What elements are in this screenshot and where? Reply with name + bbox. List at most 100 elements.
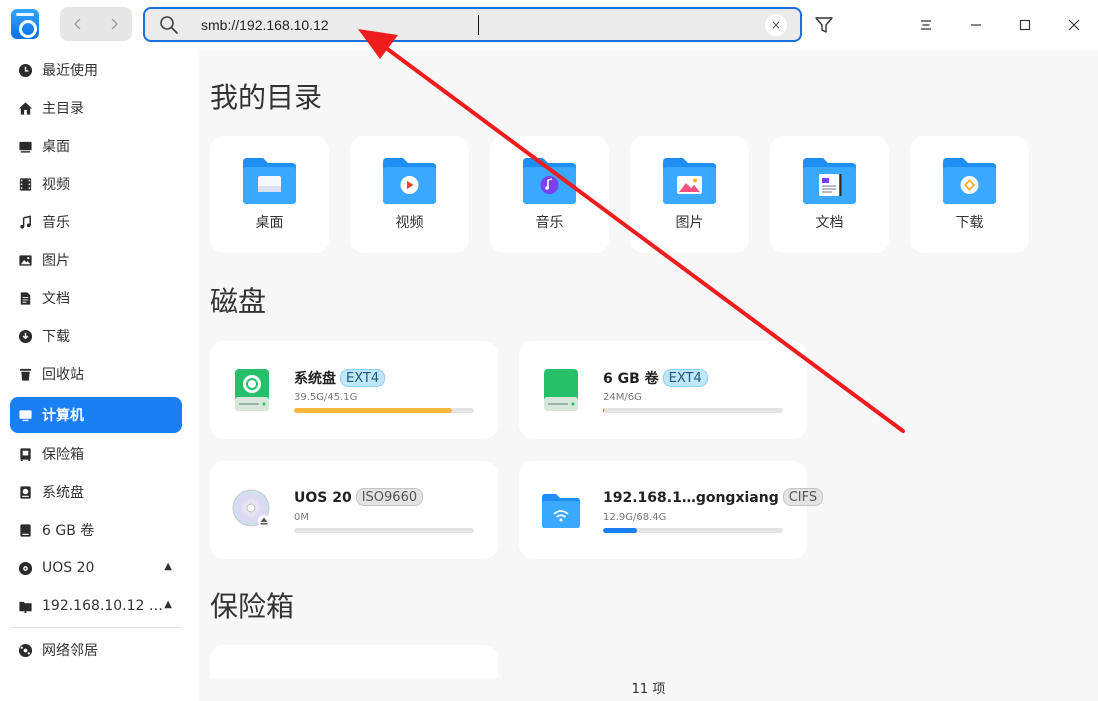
sidebar-item-system-disk[interactable]: 系统盘 xyxy=(10,474,182,510)
sidebar-item-vault[interactable]: 保险箱 xyxy=(10,436,182,472)
music-folder-icon xyxy=(523,158,576,204)
sidebar-item-computer[interactable]: 计算机 xyxy=(10,397,182,433)
main-content: 我的目录 桌面 视频 音乐 图片 文档 下载 磁盘 系统盘 EXT4 39.5G… xyxy=(199,50,1098,701)
filesystem-badge: EXT4 xyxy=(662,369,708,387)
folder-card-video[interactable]: 视频 xyxy=(350,136,469,253)
sidebar-item-music[interactable]: 音乐 xyxy=(10,204,182,240)
disk-name: 系统盘 xyxy=(294,371,336,387)
vault-title: 保险箱 xyxy=(210,590,295,623)
sidebar-item-6gb-volume[interactable]: 6 GB 卷 xyxy=(10,512,182,548)
sidebar-item-label: 下载 xyxy=(42,329,70,345)
sidebar-item-label: UOS 20 xyxy=(42,560,95,576)
sidebar-item-uos20[interactable]: UOS 20 ▲ xyxy=(10,550,182,586)
disk-name-line: 6 GB 卷 EXT4 xyxy=(603,368,708,388)
close-button[interactable] xyxy=(1061,12,1087,38)
disk-usage-text: 24M/6G xyxy=(603,392,642,403)
status-bar-item-count: 11 项 xyxy=(199,678,1098,701)
disk-usage-bar xyxy=(603,528,783,533)
search-icon xyxy=(160,16,178,34)
folder-card-desktop[interactable]: 桌面 xyxy=(210,136,329,253)
disk-name-line: 192.168.1…gongxiang CIFS xyxy=(603,488,824,506)
sidebar-item-label: 回收站 xyxy=(42,367,84,383)
disk-usage-bar xyxy=(294,408,474,413)
vault-icon xyxy=(17,446,33,462)
folder-card-pictures[interactable]: 图片 xyxy=(630,136,749,253)
system-disk-icon xyxy=(235,369,269,411)
minimize-button[interactable] xyxy=(963,12,989,38)
network-folder-icon xyxy=(542,494,580,528)
maximize-button[interactable] xyxy=(1012,12,1038,38)
sidebar-item-home[interactable]: 主目录 xyxy=(10,90,182,126)
eject-icon[interactable]: ▲ xyxy=(164,561,172,572)
sidebar-item-label: 192.168.10.12 … xyxy=(42,598,163,614)
folder-label: 下载 xyxy=(955,215,984,231)
disk-icon xyxy=(544,369,578,411)
sidebar-item-label: 保险箱 xyxy=(42,447,84,463)
address-input[interactable] xyxy=(201,14,741,36)
disk-name: UOS 20 xyxy=(294,490,352,506)
sidebar-item-label: 计算机 xyxy=(42,408,84,424)
sidebar-item-desktop[interactable]: 桌面 xyxy=(10,128,182,164)
sidebar-item-label: 最近使用 xyxy=(42,63,98,79)
disk-usage-text: 39.5G/45.1G xyxy=(294,392,358,403)
hamburger-menu-icon xyxy=(921,20,931,30)
clock-icon xyxy=(17,62,33,78)
sidebar: 最近使用 主目录 桌面 视频 音乐 图片 文档 下载 回收站 计算机 保险箱 系… xyxy=(0,50,199,701)
disk-card-smb-share[interactable]: 192.168.1…gongxiang CIFS 12.9G/68.4G xyxy=(519,461,824,559)
clear-address-button[interactable]: × xyxy=(765,14,787,36)
sidebar-item-trash[interactable]: 回收站 xyxy=(10,356,182,392)
computer-icon xyxy=(17,407,33,423)
folder-card-music[interactable]: 音乐 xyxy=(490,136,609,253)
folder-label: 文档 xyxy=(815,215,844,231)
sidebar-item-label: 系统盘 xyxy=(42,485,84,501)
disk-card-6gb-volume[interactable]: 6 GB 卷 EXT4 24M/6G xyxy=(519,341,807,439)
minimize-icon xyxy=(971,24,981,26)
back-button[interactable] xyxy=(60,7,96,41)
filter-icon[interactable] xyxy=(812,13,836,37)
disk-name-line: UOS 20 ISO9660 xyxy=(294,488,424,506)
disk-usage-bar-fill xyxy=(603,528,638,533)
sidebar-item-label: 主目录 xyxy=(42,101,84,117)
disk-name-line: 系统盘 EXT4 xyxy=(294,368,386,388)
sidebar-item-video[interactable]: 视频 xyxy=(10,166,182,202)
system-disk-icon xyxy=(17,484,33,500)
my-directories-title: 我的目录 xyxy=(210,81,323,114)
disk-usage-text: 0M xyxy=(294,512,309,523)
cdrom-icon xyxy=(17,560,33,576)
sidebar-item-pictures[interactable]: 图片 xyxy=(10,242,182,278)
sidebar-item-label: 视频 xyxy=(42,177,70,193)
eject-icon[interactable]: ▲ xyxy=(164,599,172,610)
sidebar-item-label: 音乐 xyxy=(42,215,70,231)
desktop-folder-icon xyxy=(243,158,296,204)
sidebar-item-recent[interactable]: 最近使用 xyxy=(10,52,182,88)
folder-label: 桌面 xyxy=(255,215,284,231)
main-menu-button[interactable] xyxy=(913,12,939,38)
sidebar-item-network[interactable]: 网络邻居 xyxy=(10,632,182,668)
sidebar-item-smb-share[interactable]: 192.168.10.12 … ▲ xyxy=(10,588,182,624)
disk-name: 6 GB 卷 xyxy=(603,371,659,387)
disk-card-uos20[interactable]: UOS 20 ISO9660 0M xyxy=(210,461,498,559)
sidebar-item-label: 文档 xyxy=(42,291,70,307)
sidebar-item-downloads[interactable]: 下载 xyxy=(10,318,182,354)
trash-icon xyxy=(17,366,33,382)
desktop-icon xyxy=(17,138,33,154)
sidebar-item-documents[interactable]: 文档 xyxy=(10,280,182,316)
video-folder-icon xyxy=(383,158,436,204)
address-bar[interactable]: × xyxy=(143,7,802,42)
forward-button[interactable] xyxy=(96,7,132,41)
disk-usage-bar-fill xyxy=(294,408,452,413)
sidebar-item-label: 桌面 xyxy=(42,139,70,155)
folder-label: 视频 xyxy=(395,215,424,231)
document-folder-icon xyxy=(803,158,856,204)
chevron-left-icon xyxy=(74,18,81,30)
download-folder-icon xyxy=(943,158,996,204)
file-manager-logo-icon xyxy=(11,9,39,39)
disk-usage-bar xyxy=(603,408,783,413)
sidebar-item-label: 图片 xyxy=(42,253,70,269)
folder-card-documents[interactable]: 文档 xyxy=(770,136,889,253)
video-icon xyxy=(17,176,33,192)
sidebar-divider xyxy=(10,627,182,628)
sidebar-item-label: 6 GB 卷 xyxy=(42,523,95,539)
disk-card-system[interactable]: 系统盘 EXT4 39.5G/45.1G xyxy=(210,341,498,439)
folder-card-downloads[interactable]: 下载 xyxy=(910,136,1029,253)
